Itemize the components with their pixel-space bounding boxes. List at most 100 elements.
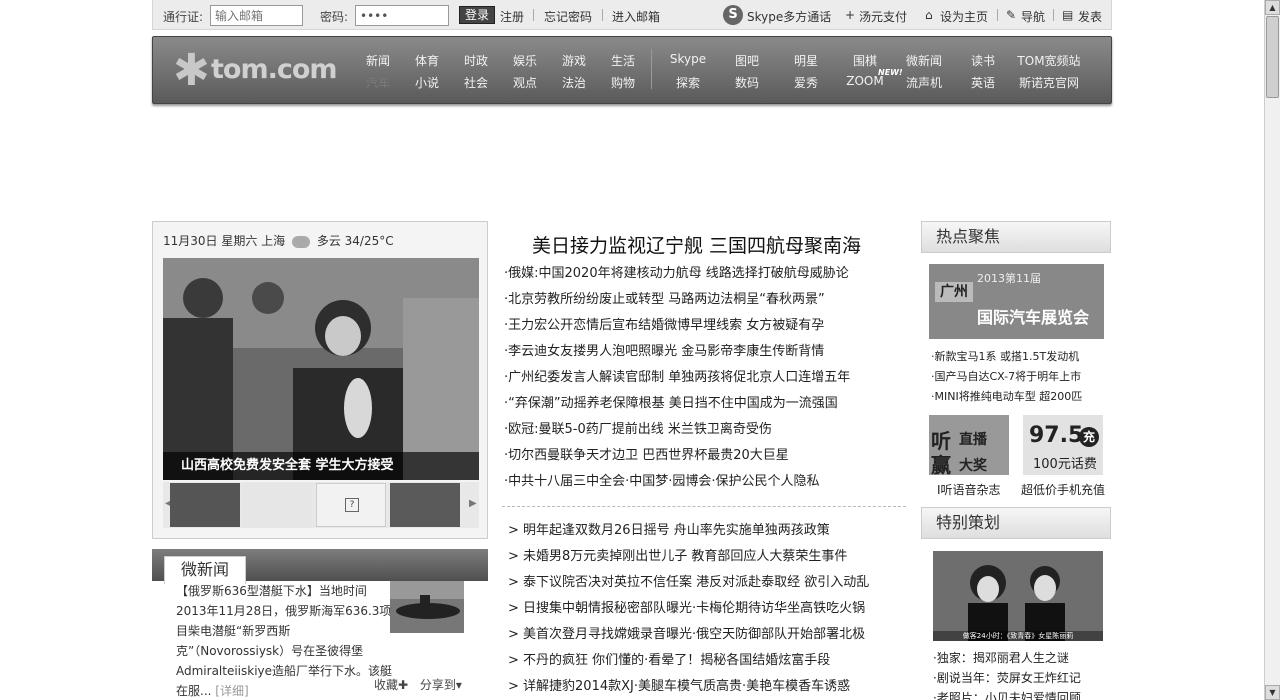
next-arrow-icon[interactable]: ▶ <box>469 498 477 509</box>
nav-explore[interactable]: 探索 <box>676 74 700 91</box>
nav-auto[interactable]: 汽车 <box>366 74 390 91</box>
post-link[interactable]: 发表 <box>1078 8 1102 25</box>
nav-games[interactable]: 游戏 <box>562 52 586 69</box>
list-item[interactable]: ·老照片：小贝夫妇爱情回顾 <box>933 688 1081 700</box>
list-item[interactable]: ·“弃保潮”动摇养老保障根基 美日挡不住中国成为一流强国 <box>504 391 850 417</box>
scroll-down-icon[interactable]: ▼ <box>1265 685 1280 700</box>
nav-english[interactable]: 英语 <box>971 74 995 91</box>
list-item[interactable]: > 详解捷豹2014款XJ·美腿车模气质高贵·美艳车模香车诱惑 <box>508 674 869 700</box>
nav-micro-news[interactable]: 微新闻 <box>906 52 942 69</box>
list-item[interactable]: ·北京劳教所纷纷废止或转型 马路两边法桐呈“春秋两景” <box>504 287 850 313</box>
nav-law[interactable]: 法治 <box>562 74 586 91</box>
login-button[interactable]: 登录 <box>459 6 495 24</box>
nav-weiqi[interactable]: 围棋 <box>853 52 877 69</box>
special-feature-image <box>933 551 1103 641</box>
submarine-image <box>390 581 464 633</box>
list-item[interactable]: ·MINI将推纯电动车型 超200匹 <box>931 387 1082 407</box>
photo-news-panel: 11月30日 星期六 上海 多云 34/25°C 山西高校免费发安全套 学生大方… <box>152 221 488 539</box>
nav-opinion[interactable]: 观点 <box>513 74 537 91</box>
nav-map[interactable]: 图吧 <box>735 52 759 69</box>
list-item[interactable]: ·中共十八届三中全会·中国梦·园博会·保护公民个人隐私 <box>504 469 850 495</box>
logo-star-icon: ✱ <box>173 45 210 96</box>
list-item[interactable]: > 不丹的疯狂 你们懂的·看晕了！揭秘各国结婚炫富手段 <box>508 648 869 674</box>
nav-shopping[interactable]: 购物 <box>611 74 635 91</box>
nav-life[interactable]: 生活 <box>611 52 635 69</box>
tom-logo[interactable]: ✱ tom.com <box>173 47 343 95</box>
forgot-password-link[interactable]: 忘记密码 <box>544 8 592 25</box>
password-field[interactable] <box>355 5 449 26</box>
list-item[interactable]: ·欧冠:曼联5-0药厂提前出线 米兰铁卫离奇受伤 <box>504 417 850 443</box>
tab-micro-news[interactable]: 微新闻 <box>164 556 246 584</box>
broken-image-icon: ? <box>345 498 359 512</box>
list-item[interactable]: ·切尔西曼联争天才边卫 巴西世界杯最贵20大巨星 <box>504 443 850 469</box>
expo-city: 广州 <box>935 282 973 302</box>
list-item[interactable]: > 美首次登月寻找嫦娥录音曝光·俄空天防御部队开始部署北极 <box>508 622 869 648</box>
featured-photo[interactable]: 山西高校免费发安全套 学生大方接受 <box>163 258 479 480</box>
nav-aixiu[interactable]: 爱秀 <box>794 74 818 91</box>
set-homepage-link[interactable]: 设为主页 <box>940 8 988 25</box>
nav-sports[interactable]: 体育 <box>415 52 439 69</box>
nav-novels[interactable]: 小说 <box>415 74 439 91</box>
special-feature-photo[interactable]: 做客24小时：《致青春》女星陈丽莉 <box>933 551 1103 641</box>
submarine-photo[interactable] <box>390 581 464 633</box>
thumbnail[interactable]: ? <box>316 483 386 527</box>
register-link[interactable]: 注册 <box>500 8 524 25</box>
top-utility-bar: 通行证: 密码: 登录 注册 忘记密码 进入邮箱 S Skype多方通话 + 汤… <box>152 0 1112 30</box>
car-news-list: ·新款宝马1系 或搭1.5T发动机 ·国产马自达CX-7将于明年上市 ·MINI… <box>931 347 1082 407</box>
phone-recharge-promo[interactable]: 97.5 充 100元话费 <box>1023 415 1103 475</box>
list-item[interactable]: > 明年起逢双数月26日摇号 舟山率先实施单独两孩政策 <box>508 518 869 544</box>
enter-mail-link[interactable]: 进入邮箱 <box>612 8 660 25</box>
new-badge: NEW! <box>878 68 903 77</box>
list-item[interactable]: ·王力宏公开恋情后宣布结婚微博早埋线索 女方被疑有孕 <box>504 313 850 339</box>
nav-tom-broadband[interactable]: TOM宽频站 <box>1017 52 1080 69</box>
collect-button[interactable]: 收藏 <box>374 678 398 692</box>
email-input[interactable] <box>210 5 303 26</box>
list-item[interactable]: ·李云迪女友搂男人泡吧照曝光 金马影帝李康生传断背情 <box>504 339 850 365</box>
photo-caption: 山西高校免费发安全套 学生大方接受 <box>163 452 479 480</box>
passport-label: 通行证: <box>163 10 204 24</box>
scroll-thumb[interactable] <box>1266 16 1279 98</box>
special-feature-list: ·独家：揭邓丽君人生之谜 ·剧说当年：荧屏女王炸红记 ·老照片：小贝夫妇爱情回顾 <box>933 648 1081 700</box>
list-item[interactable]: ·剧说当年：荧屏女王炸红记 <box>933 668 1081 688</box>
skype-call-link[interactable]: Skype多方通话 <box>747 8 831 25</box>
thumbnail[interactable] <box>170 483 240 527</box>
scroll-up-icon[interactable]: ▲ <box>1265 0 1280 15</box>
vertical-scrollbar[interactable]: ▲ ▼ <box>1264 0 1280 700</box>
list-item[interactable]: > 未婚男8万元卖掉刚出世儿子 教育部回应人大蔡荣生事件 <box>508 544 869 570</box>
list-item[interactable]: > 日搜集中朝情报秘密部队曝光·卡梅伦期待访华坐高铁吃火锅 <box>508 596 869 622</box>
details-link[interactable]: [详细] <box>215 684 248 698</box>
list-item[interactable]: > 泰下议院否决对英拉不信任案 港反对派赴泰取经 欲引入动乱 <box>508 570 869 596</box>
expo-year: 2013第11届 <box>977 272 1041 285</box>
top-headline[interactable]: 美日接力监视辽宁舰 三国四航母聚南海 <box>532 231 861 258</box>
list-item[interactable]: ·俄媒:中国2020年将建核动力航母 线路选择打破航母威胁论 <box>504 261 850 287</box>
special-photo-caption: 做客24小时：《致青春》女星陈丽莉 <box>933 631 1103 641</box>
nav-snooker[interactable]: 斯诺克官网 <box>1019 74 1079 91</box>
navigation-link[interactable]: 导航 <box>1021 8 1045 25</box>
nav-news[interactable]: 新闻 <box>366 52 390 69</box>
plus-icon: + <box>845 8 856 22</box>
nav-books[interactable]: 读书 <box>971 52 995 69</box>
nav-music[interactable]: 流声机 <box>906 74 942 91</box>
weather-info: 11月30日 星期六 上海 多云 34/25°C <box>163 232 394 249</box>
thumbnail[interactable] <box>390 483 460 527</box>
auto-expo-banner[interactable]: 广州 2013第11届 国际汽车展览会 <box>929 264 1104 339</box>
nav-politics[interactable]: 时政 <box>464 52 488 69</box>
nav-stars[interactable]: 明星 <box>794 52 818 69</box>
soup-pay-link[interactable]: 汤元支付 <box>859 8 907 25</box>
divider <box>1053 9 1054 21</box>
list-item[interactable]: ·广州纪委发言人解读官邸制 单独两孩将促北京人口连增五年 <box>504 365 850 391</box>
date-location: 11月30日 星期六 上海 <box>163 234 286 248</box>
listen-live-promo[interactable]: 听 直播 赢 大奖 <box>929 415 1009 477</box>
list-item[interactable]: ·独家：揭邓丽君人生之谜 <box>933 648 1081 668</box>
phone-recharge-link[interactable]: 超低价手机充值 <box>1021 481 1105 498</box>
nav-entertainment[interactable]: 娱乐 <box>513 52 537 69</box>
list-item[interactable]: ·新款宝马1系 或搭1.5T发动机 <box>931 347 1082 367</box>
list-item[interactable]: ·国产马自达CX-7将于明年上市 <box>931 367 1082 387</box>
divider <box>533 9 534 21</box>
listen-magazine-link[interactable]: I听语音杂志 <box>937 481 1001 498</box>
nav-skype[interactable]: Skype <box>670 52 706 66</box>
nav-digital[interactable]: 数码 <box>735 74 759 91</box>
share-button[interactable]: 分享到 <box>420 678 456 692</box>
thumbnail[interactable] <box>242 483 312 527</box>
nav-society[interactable]: 社会 <box>464 74 488 91</box>
